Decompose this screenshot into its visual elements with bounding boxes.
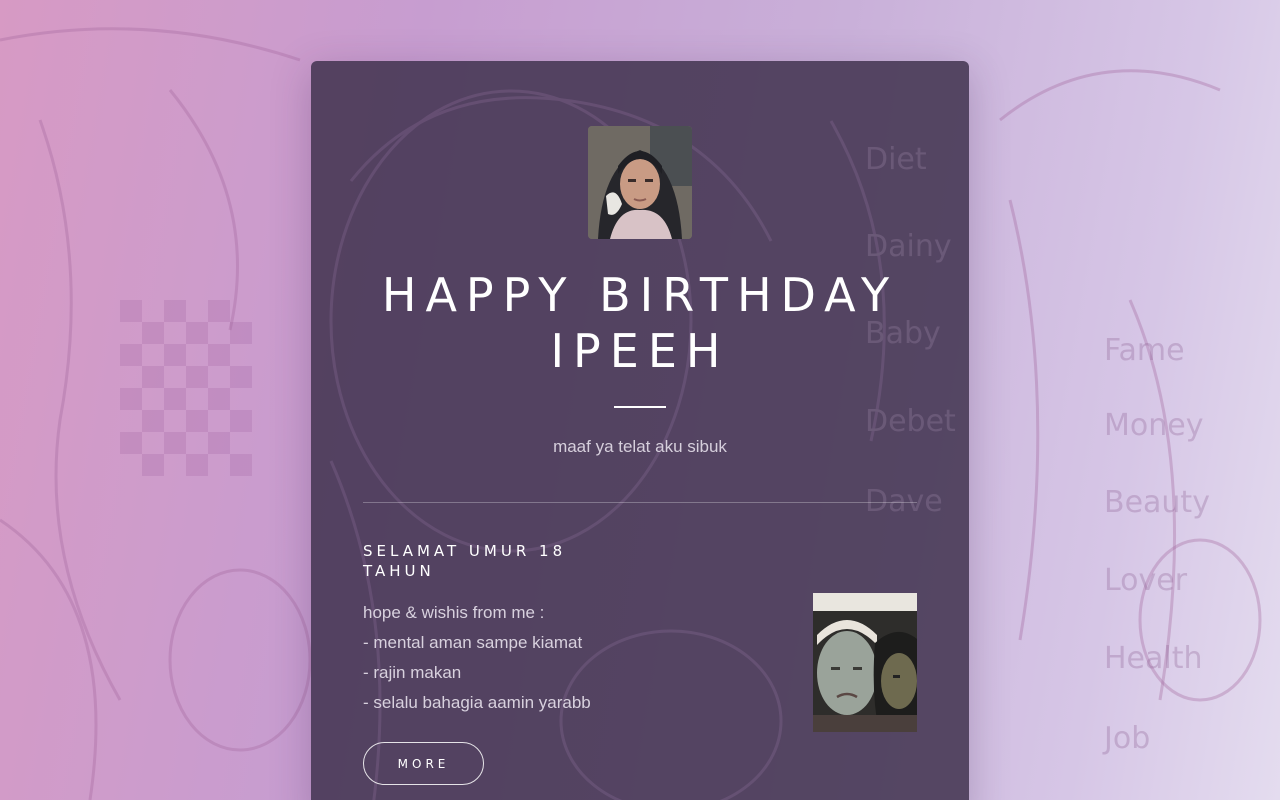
more-button[interactable]: MORE [363,742,484,785]
avatar [588,126,692,239]
side-photo [813,593,917,732]
birthday-card: Diet Dainy Baby Debet Dave HAPPY BIRTHDA… [311,61,969,800]
section-divider [363,502,917,503]
card-bg-word: Debet [865,404,956,439]
card-bg-word: Dainy [865,229,952,264]
bg-word: Fame [1104,333,1185,368]
title-underline [614,406,666,408]
title-line-2: IPEEH [550,324,730,378]
wish-list: hope & wishis from me : - mental aman sa… [363,598,763,718]
title-line-1: HAPPY BIRTHDAY [381,268,899,322]
list-item: - selalu bahagia aamin yarabb [363,693,591,712]
bg-word: Health [1104,641,1203,676]
section-heading: SELAMAT UMUR 18 TAHUN [363,542,567,580]
card-bg-word: Diet [865,142,927,177]
page-title: HAPPY BIRTHDAY IPEEH [311,267,969,379]
bg-word: Beauty [1104,485,1210,520]
subtitle: maaf ya telat aku sibuk [553,437,727,456]
bg-word: Money [1104,408,1203,443]
list-item: - rajin makan [363,663,462,682]
list-item: - mental aman sampe kiamat [363,633,583,652]
bg-word: Lover [1104,563,1188,598]
list-item: hope & wishis from me : [363,603,545,622]
bg-word: Job [1102,721,1150,756]
